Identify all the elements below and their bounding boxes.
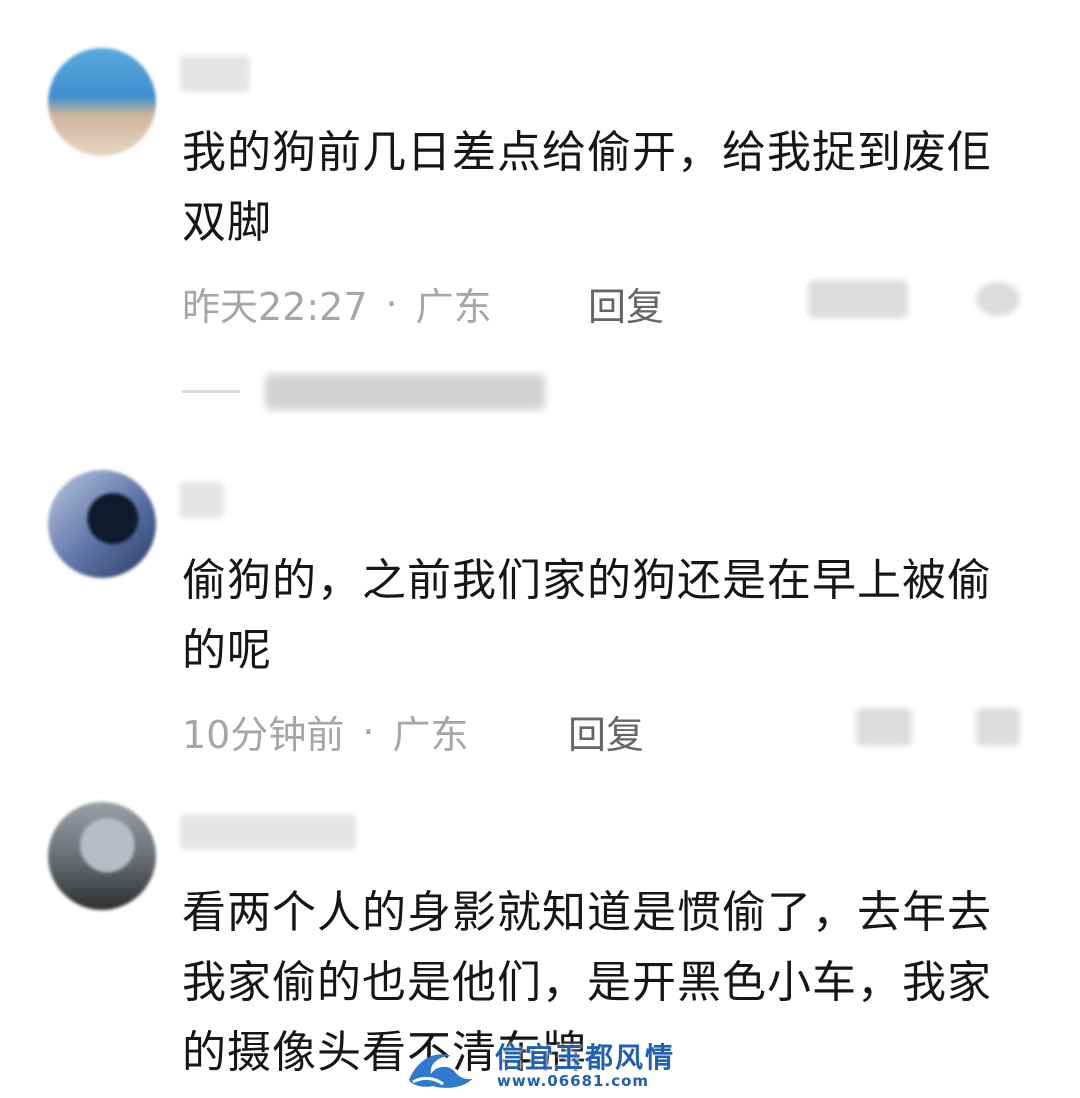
comment-text: 我的狗前几日差点给偷开，给我捉到废佢双脚 <box>182 127 992 248</box>
avatar[interactable] <box>48 470 156 578</box>
username-blurred[interactable] <box>180 814 356 850</box>
watermark: 信宜玉都风情 www.06681.com <box>405 1034 685 1094</box>
dislike-icon[interactable] <box>856 708 912 746</box>
username-blurred[interactable] <box>180 482 224 518</box>
comment-meta: 昨天22:27 · 广东 <box>182 276 492 331</box>
comment-meta: 10分钟前 · 广东 <box>182 704 468 759</box>
avatar[interactable] <box>48 802 156 910</box>
comment-location: 广东 <box>392 713 469 757</box>
separator: · <box>362 709 375 754</box>
divider <box>182 390 240 393</box>
comment-time: 10分钟前 <box>182 713 345 757</box>
reply-button[interactable]: 回复 <box>568 704 644 759</box>
like-icon[interactable] <box>976 708 1020 746</box>
wave-logo-icon <box>409 1054 473 1088</box>
expand-replies-button[interactable] <box>265 374 545 410</box>
like-icon[interactable] <box>976 282 1020 316</box>
dislike-icon[interactable] <box>808 280 908 318</box>
watermark-url: www.06681.com <box>497 1072 650 1090</box>
avatar[interactable] <box>48 48 156 156</box>
separator: · <box>385 281 398 326</box>
comment-time: 昨天22:27 <box>182 285 368 329</box>
username-blurred[interactable] <box>180 56 250 92</box>
comment-text: 偷狗的，之前我们家的狗还是在早上被偷的呢 <box>182 555 992 676</box>
reply-button[interactable]: 回复 <box>588 276 664 331</box>
watermark-title: 信宜玉都风情 <box>495 1041 676 1074</box>
comment-location: 广东 <box>415 285 492 329</box>
